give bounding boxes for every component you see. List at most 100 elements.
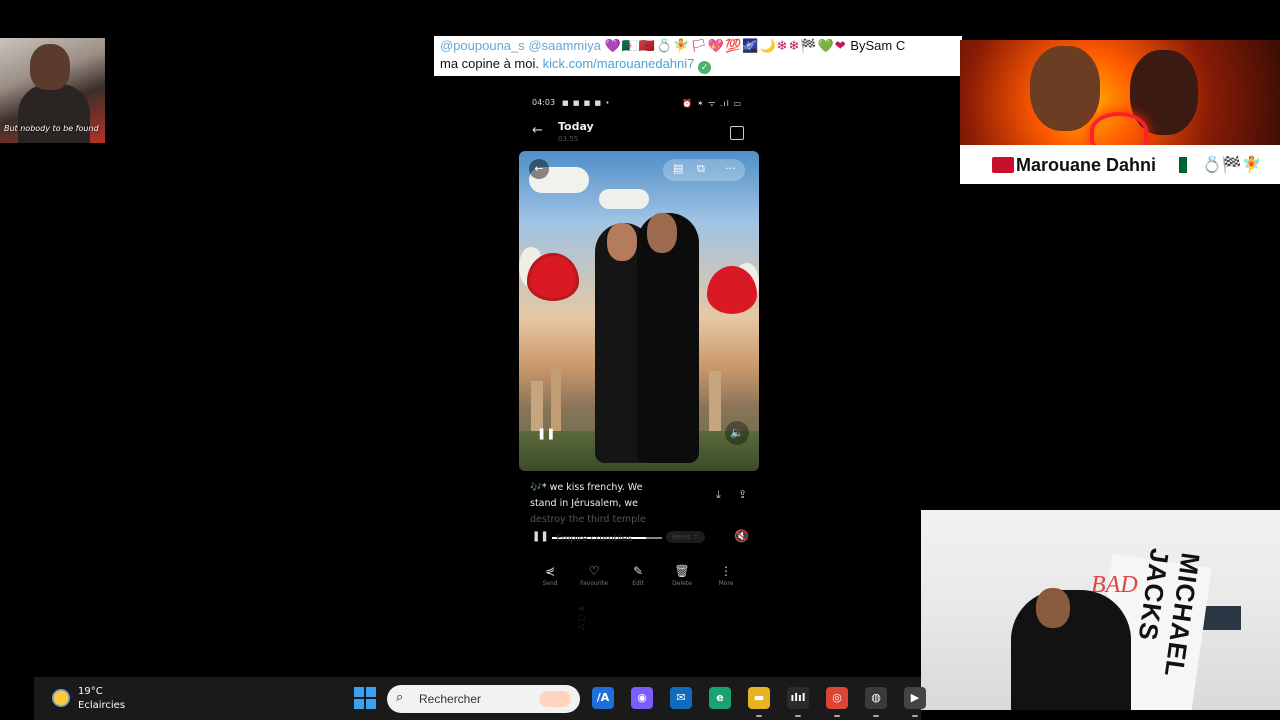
- webcam-face: [30, 44, 70, 90]
- chat-link[interactable]: kick.com/marouanedahni7: [543, 56, 695, 71]
- send-label: Send: [542, 580, 558, 587]
- more-options-icon[interactable]: ···: [725, 162, 736, 175]
- delete-label: Delete: [672, 580, 692, 587]
- weather-widget[interactable]: 19°C Eclaircies: [50, 685, 170, 713]
- mini-player: ❚❚ Empire crumbles Reels ↑ 🔇: [526, 528, 752, 548]
- search-icon: ⌕: [396, 690, 404, 705]
- media-caption: 🎶* we kiss frenchy. We stand in Jérusale…: [530, 480, 710, 528]
- windows-start-button[interactable]: [354, 687, 376, 709]
- featured-name: Marouane Dahni: [1016, 155, 1157, 175]
- caption-line-faded: Empire crumbles: [556, 534, 633, 544]
- bottom-action-bar: ⋞ Send ♡ Favourite ✎ Edit 🗑 Delete ⋮ Mor…: [528, 564, 750, 594]
- media-toolbar: ▤ ⧉ ···: [663, 159, 745, 181]
- windows-logo-icon: [366, 687, 376, 697]
- webcam-bottom-right: MICHAEL JACKS BAD: [921, 510, 1280, 710]
- file-explorer-icon[interactable]: ▬: [748, 687, 770, 709]
- heart-icon: ♡: [588, 564, 600, 578]
- copilot-icon[interactable]: ◉: [631, 687, 653, 709]
- windows-logo-icon: [354, 687, 364, 697]
- trash-icon: 🗑: [674, 564, 690, 578]
- running-indicator: [834, 715, 840, 717]
- windows-logo-icon: [366, 699, 376, 709]
- more-vertical-icon: ⋮: [720, 564, 732, 578]
- taskbar-search-box[interactable]: ⌕ Rechercher: [387, 685, 580, 713]
- share-icon[interactable]: ⇪: [738, 488, 747, 501]
- mini-pause-icon[interactable]: ❚❚: [532, 531, 549, 542]
- caption-line: stand in Jérusalem, we: [530, 498, 638, 509]
- webcam-caption: But nobody to be found: [4, 124, 99, 133]
- video-media[interactable]: ← ▤ ⧉ ··· ❚❚ 🔈: [519, 151, 759, 471]
- search-highlight-icon: [539, 691, 571, 707]
- flag-icon-2: [1179, 157, 1195, 173]
- edge-icon[interactable]: e: [709, 687, 731, 709]
- chat-message-row-1: @poupouna_s @saammiya 💜🇩🇿🇲🇦💍🧚🏳💖💯🌌🌙❄❄🏁💚❤ …: [440, 37, 905, 55]
- edit-label: Edit: [632, 580, 644, 587]
- weather-temperature: 19°C: [78, 686, 103, 697]
- couple-face-2: [647, 213, 677, 253]
- status-system-icons: ⏰ ✶ ᯤ .ıl ▭: [682, 99, 742, 108]
- send-button[interactable]: ⋞ Send: [530, 564, 570, 587]
- download-icon[interactable]: ⤓: [716, 488, 721, 502]
- running-indicator: [756, 715, 762, 717]
- status-notification-icons: ■ ■ ■ ■ •: [562, 99, 611, 107]
- couple-face-1: [607, 223, 637, 261]
- gallery-icon[interactable]: ⧉: [697, 162, 705, 176]
- flag-icon: [992, 157, 1014, 173]
- featured-person-1: [1030, 46, 1100, 131]
- ai-app-icon[interactable]: /A: [592, 687, 614, 709]
- media-player-icon[interactable]: ▶: [904, 687, 926, 709]
- android-nav-bar[interactable]: ≡ □ ◁: [578, 604, 708, 631]
- featured-name-bar: Marouane Dahni 💍🏁🧚: [960, 145, 1280, 184]
- gallery-subtitle: 03:55: [558, 135, 579, 143]
- chat-emojis: 💜🇩🇿🇲🇦💍🧚🏳💖💯🌌🌙❄❄🏁💚❤: [604, 38, 847, 53]
- featured-emojis: 💍🏁🧚: [1202, 155, 1262, 174]
- delete-button[interactable]: 🗑 Delete: [662, 564, 702, 587]
- edit-button[interactable]: ✎ Edit: [618, 564, 658, 587]
- favourite-label: Favourite: [580, 580, 608, 587]
- media-back-icon[interactable]: ←: [529, 159, 549, 179]
- running-indicator: [873, 715, 879, 717]
- scan-icon[interactable]: [730, 126, 744, 140]
- audio-app-icon[interactable]: ılıl: [787, 687, 809, 709]
- phone-status-bar: 04:03 ■ ■ ■ ■ • ⏰ ✶ ᯤ .ıl ▭: [532, 98, 752, 110]
- volume-icon[interactable]: 🔈: [725, 421, 749, 445]
- winged-heart-left: [527, 253, 579, 301]
- chat-mention-1[interactable]: @poupouna_s: [440, 38, 525, 53]
- search-placeholder: Rechercher: [419, 692, 482, 706]
- pause-icon[interactable]: ❚❚: [537, 427, 555, 440]
- windows-logo-icon: [354, 699, 364, 709]
- caption-line: 🎶* we kiss frenchy. We: [530, 482, 643, 493]
- chat-message-text: ma copine à moi.: [440, 56, 539, 71]
- more-label: More: [718, 580, 734, 587]
- chat-message-row-2: ma copine à moi. kick.com/marouanedahni7…: [440, 55, 711, 74]
- mute-icon[interactable]: 🔇: [734, 529, 749, 543]
- windows-taskbar: 19°C Eclaircies ⌕ Rechercher /A ◉ ✉ e ▬ ılıl ◎…: [34, 677, 926, 720]
- phone-screen: 04:03 ■ ■ ■ ■ • ⏰ ✶ ᯤ .ıl ▭ ← Today 03:5…: [518, 90, 760, 631]
- outlook-icon[interactable]: ✉: [670, 687, 692, 709]
- edit-icon: ✎: [632, 564, 644, 578]
- caption-line: destroy the third temple: [530, 514, 646, 525]
- weather-condition: Eclaircies: [78, 700, 126, 711]
- chat-mention-2[interactable]: @saammiya: [528, 38, 600, 53]
- gallery-title: Today: [558, 120, 594, 133]
- layout-icon[interactable]: ▤: [673, 162, 683, 175]
- featured-panel-top-right: Marouane Dahni 💍🏁🧚: [960, 40, 1280, 184]
- check-circle-icon: ✓: [698, 61, 711, 74]
- featured-image: [960, 40, 1280, 150]
- chrome-icon[interactable]: ◎: [826, 687, 848, 709]
- back-arrow-icon[interactable]: ←: [532, 123, 543, 138]
- chat-author-tag: BySam C: [850, 38, 906, 53]
- partly-sunny-icon: [52, 689, 70, 707]
- more-button[interactable]: ⋮ More: [706, 564, 746, 587]
- obs-icon[interactable]: ◍: [865, 687, 887, 709]
- chat-message-banner: @poupouna_s @saammiya 💜🇩🇿🇲🇦💍🧚🏳💖💯🌌🌙❄❄🏁💚❤ …: [434, 36, 962, 76]
- album-person: [1011, 590, 1131, 710]
- streamer-webcam-top-left: But nobody to be found: [0, 38, 105, 143]
- album-person-face: [1036, 588, 1070, 628]
- reels-chip[interactable]: Reels ↑: [666, 531, 705, 543]
- gallery-header: ← Today 03:55: [518, 118, 760, 146]
- send-icon: ⋞: [544, 564, 556, 578]
- webcam-person: [18, 84, 90, 143]
- running-indicator: [912, 715, 918, 717]
- favourite-button[interactable]: ♡ Favourite: [574, 564, 614, 587]
